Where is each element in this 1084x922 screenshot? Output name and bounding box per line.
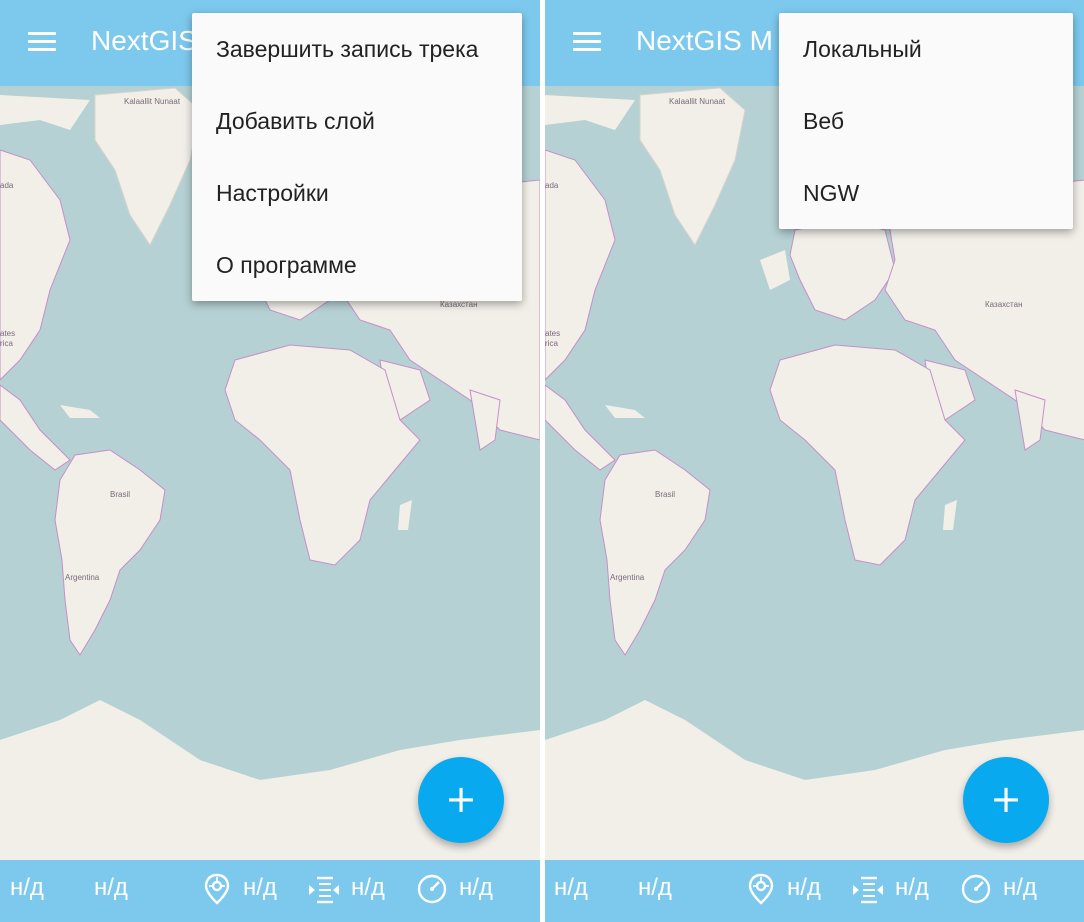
add-icon: +: [445, 777, 477, 821]
map-label-greenland: Kalaallit Nunaat: [669, 97, 726, 106]
map-label-america-fragment: rica: [0, 339, 13, 348]
map-label-states-fragment: ates: [545, 329, 560, 338]
speedometer-icon: [961, 874, 991, 904]
longitude-value: н/д: [638, 874, 672, 901]
longitude-value: н/д: [94, 874, 128, 901]
menu-item-web[interactable]: Веб: [779, 85, 1073, 157]
map-label-greenland: Kalaallit Nunaat: [124, 97, 181, 106]
map-label-argentina: Argentina: [610, 573, 645, 582]
map-label-america-fragment: rica: [545, 339, 558, 348]
add-layer-submenu: Локальный Веб NGW: [779, 13, 1073, 229]
map-label-kazakhstan: Казахстан: [985, 300, 1023, 309]
status-bar: н/д н/д н/д н/д н/д: [545, 860, 1084, 922]
altitude-value: н/д: [351, 874, 385, 901]
map-label-canada-fragment: ada: [0, 181, 14, 190]
latitude-value: н/д: [10, 874, 44, 901]
app-title: NextGIS: [91, 25, 197, 56]
add-icon: +: [990, 777, 1022, 821]
menu-item-ngw[interactable]: NGW: [779, 157, 1073, 229]
accuracy-value: н/д: [243, 874, 277, 901]
app-title: NextGIS M: [636, 25, 773, 56]
map-label-states-fragment: ates: [0, 329, 15, 338]
map-label-canada-fragment: ada: [545, 181, 559, 190]
screen-right: Kalaallit Nunaat Brasil Argentina Казахс…: [545, 0, 1084, 922]
location-pin-icon: [204, 873, 230, 905]
speedometer-icon: [417, 874, 447, 904]
menu-item-local[interactable]: Локальный: [779, 13, 1073, 85]
status-bar: н/д н/д н/д н/д н/д: [0, 860, 540, 922]
menu-item-stop-track[interactable]: Завершить запись трека: [192, 13, 522, 85]
map-label-brasil: Brasil: [655, 490, 675, 499]
add-button[interactable]: +: [963, 757, 1049, 843]
altitude-icon: [309, 876, 339, 904]
menu-icon[interactable]: [28, 32, 56, 52]
latitude-value: н/д: [554, 874, 588, 901]
speed-value: н/д: [459, 874, 493, 901]
altitude-value: н/д: [895, 874, 929, 901]
add-button[interactable]: +: [418, 757, 504, 843]
location-pin-icon: [748, 873, 774, 905]
accuracy-value: н/д: [787, 874, 821, 901]
menu-item-about[interactable]: О программе: [192, 229, 522, 301]
map-label-brasil: Brasil: [110, 490, 130, 499]
menu-item-add-layer[interactable]: Добавить слой: [192, 85, 522, 157]
map-label-argentina: Argentina: [65, 573, 100, 582]
overflow-menu: Завершить запись трека Добавить слой Нас…: [192, 13, 522, 301]
menu-item-settings[interactable]: Настройки: [192, 157, 522, 229]
menu-icon[interactable]: [573, 32, 601, 52]
screen-left: Kalaallit Nunaat Brasil Argentina Казахс…: [0, 0, 540, 922]
altitude-icon: [853, 876, 883, 904]
speed-value: н/д: [1003, 874, 1037, 901]
map-label-kazakhstan: Казахстан: [440, 300, 478, 309]
